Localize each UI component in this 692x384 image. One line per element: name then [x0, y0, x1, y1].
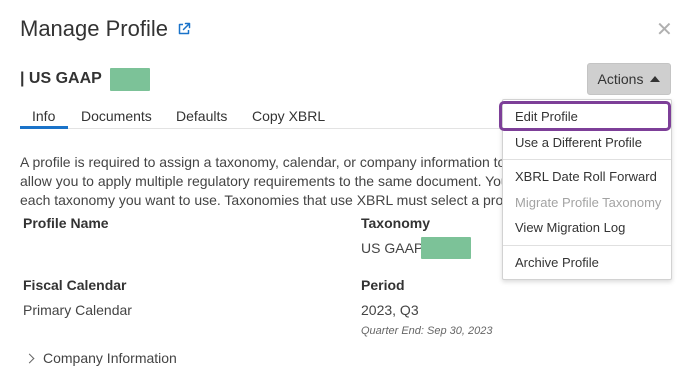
actions-button-label: Actions	[597, 71, 644, 87]
profile-name-heading: | US GAAP	[20, 70, 102, 87]
quarter-end-note: Quarter End: Sep 30, 2023	[361, 325, 493, 337]
actions-button[interactable]: Actions	[587, 63, 671, 95]
menu-item-archive-profile[interactable]: Archive Profile	[515, 255, 599, 270]
profile-description: A profile is required to assign a taxono…	[20, 153, 510, 211]
menu-item-xbrl-date-roll-forward[interactable]: XBRL Date Roll Forward	[515, 169, 657, 184]
company-information-label: Company Information	[43, 350, 177, 366]
profile-name-label: Profile Name	[23, 215, 109, 231]
taxonomy-value: US GAAP	[361, 240, 424, 256]
menu-divider	[503, 245, 671, 246]
close-icon[interactable]: ✕	[656, 20, 673, 40]
menu-divider	[503, 159, 671, 160]
company-information-toggle[interactable]: Company Information	[24, 350, 177, 366]
tab-copy-xbrl[interactable]: Copy XBRL	[252, 108, 325, 124]
description-line: A profile is required to assign a taxono…	[20, 154, 510, 170]
period-value: 2023, Q3	[361, 302, 419, 318]
dialog-title: Manage Profile	[20, 16, 168, 41]
period-label: Period	[361, 277, 405, 293]
external-link-icon[interactable]	[176, 21, 192, 37]
menu-item-view-migration-log[interactable]: View Migration Log	[515, 220, 625, 235]
redacted-block	[110, 68, 150, 91]
description-line: each taxonomy you want to use. Taxonomie…	[20, 192, 510, 208]
actions-dropdown-menu: Edit Profile Use a Different Profile XBR…	[502, 99, 672, 280]
tab-info[interactable]: Info	[32, 108, 55, 124]
tab-documents[interactable]: Documents	[81, 108, 152, 124]
active-tab-indicator	[20, 126, 68, 129]
menu-item-migrate-profile-taxonomy: Migrate Profile Taxonomy	[515, 195, 662, 210]
caret-up-icon	[650, 75, 661, 82]
redacted-block	[421, 237, 471, 259]
tab-defaults[interactable]: Defaults	[176, 108, 227, 124]
taxonomy-label: Taxonomy	[361, 215, 430, 231]
menu-item-edit-profile[interactable]: Edit Profile	[515, 109, 578, 124]
fiscal-calendar-value: Primary Calendar	[23, 302, 132, 318]
fiscal-calendar-label: Fiscal Calendar	[23, 277, 127, 293]
menu-item-use-different-profile[interactable]: Use a Different Profile	[515, 135, 642, 150]
chevron-right-icon	[24, 353, 35, 364]
description-line: allow you to apply multiple regulatory r…	[20, 173, 509, 189]
